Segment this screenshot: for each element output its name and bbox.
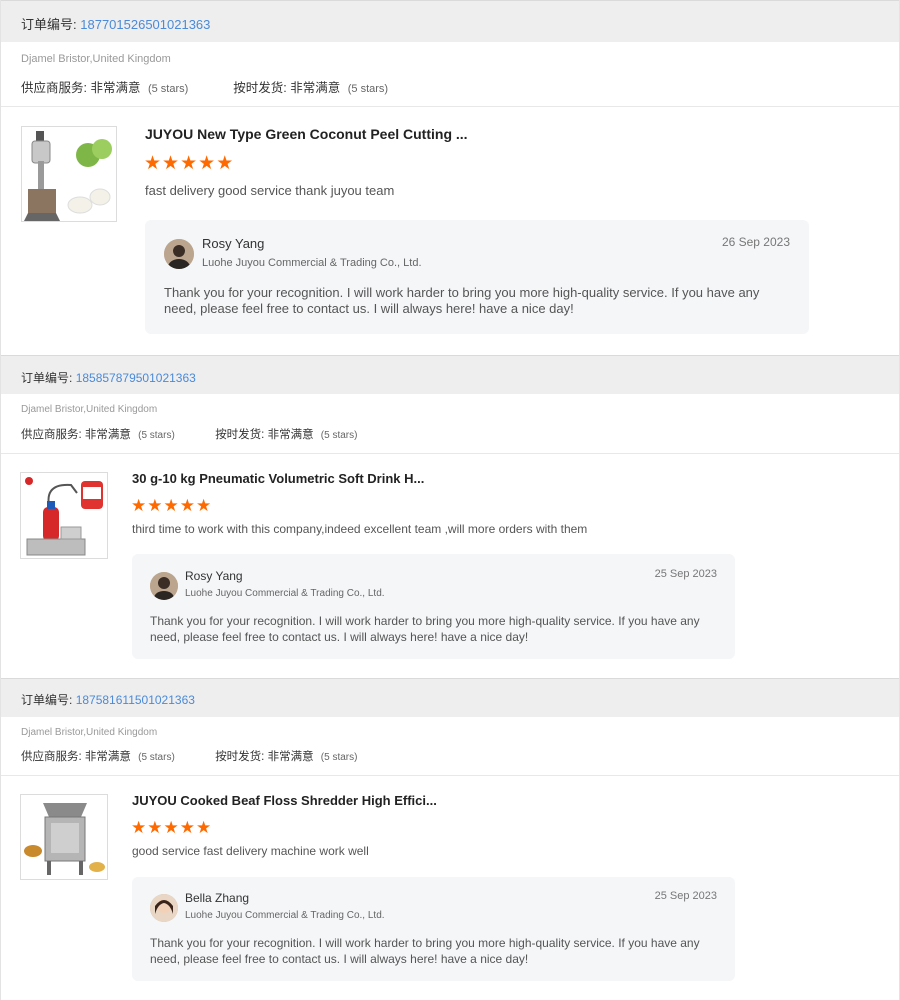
ontime-label: 按时发货:: [215, 751, 265, 763]
supplier-service-label: 供应商服务:: [21, 751, 82, 763]
reply-date: 25 Sep 2023: [654, 890, 717, 902]
order-header: 订单编号: 185857879501021363: [1, 355, 899, 394]
buyer-info: Djamel Bristor,United Kingdom 供应商服务: 非常满…: [1, 394, 899, 454]
star-icon: ★: [216, 153, 234, 174]
ontime-stars: (5 stars): [320, 430, 358, 441]
rating-stars: ★ ★ ★ ★ ★: [144, 154, 234, 173]
star-icon: ★: [162, 153, 180, 174]
product-title-link[interactable]: JUYOU Cooked Beaf Floss Shredder High Ef…: [132, 793, 437, 808]
rating-stars: ★ ★ ★ ★ ★: [131, 497, 212, 514]
supplier-service-label: 供应商服务:: [21, 81, 87, 95]
star-icon: ★: [147, 496, 163, 515]
supplier-service-value: 非常满意: [84, 751, 131, 763]
star-icon: ★: [131, 496, 147, 515]
reply-name: Rosy Yang: [185, 569, 243, 583]
ontime-value: 非常满意: [267, 429, 314, 441]
star-icon: ★: [144, 153, 162, 174]
ratings-line: 供应商服务: 非常满意 (5 stars) 按时发货: 非常满意 (5 star…: [21, 77, 388, 96]
supplier-service-stars: (5 stars): [138, 430, 175, 441]
supplier-reply: Bella Zhang Luohe Juyou Commercial & Tra…: [132, 877, 735, 981]
buyer-name: Djamel Bristor,United Kingdom: [21, 53, 171, 65]
order-number-link[interactable]: 187701526501021363: [80, 17, 210, 32]
reply-company: Luohe Juyou Commercial & Trading Co., Lt…: [185, 588, 385, 599]
reply-avatar: [164, 239, 194, 269]
review-text: fast delivery good service thank juyou t…: [145, 183, 395, 198]
supplier-service-value: 非常满意: [84, 429, 131, 441]
order-number-label: 订单编号:: [21, 693, 73, 707]
star-icon: ★: [198, 153, 216, 174]
supplier-service-stars: (5 stars): [138, 752, 175, 763]
star-icon: ★: [179, 818, 195, 837]
review-text: good service fast delivery machine work …: [132, 844, 369, 858]
order-number-link[interactable]: 185857879501021363: [76, 371, 196, 385]
order-number-link[interactable]: 187581611501021363: [76, 693, 195, 707]
ratings-line: 供应商服务: 非常满意 (5 stars) 按时发货: 非常满意 (5 star…: [21, 748, 357, 764]
supplier-reply: Rosy Yang Luohe Juyou Commercial & Tradi…: [132, 554, 735, 659]
supplier-service-stars: (5 stars): [147, 83, 189, 95]
ontime-value: 非常满意: [267, 751, 314, 763]
order-header: 订单编号: 187581611501021363: [1, 678, 899, 717]
supplier-service-label: 供应商服务:: [21, 429, 82, 441]
star-icon: ★: [196, 496, 212, 515]
order-header: 订单编号: 187701526501021363: [1, 0, 899, 42]
reply-company: Luohe Juyou Commercial & Trading Co., Lt…: [202, 257, 422, 269]
review-card: 订单编号: 187701526501021363 Djamel Bristor,…: [0, 0, 900, 355]
star-icon: ★: [179, 496, 195, 515]
ontime-label: 按时发货:: [233, 81, 287, 95]
ontime-stars: (5 stars): [320, 752, 358, 763]
review-text: third time to work with this company,ind…: [132, 522, 588, 536]
reply-name: Bella Zhang: [185, 891, 250, 905]
reply-company: Luohe Juyou Commercial & Trading Co., Lt…: [185, 910, 385, 921]
buyer-info: Djamel Bristor,United Kingdom 供应商服务: 非常满…: [1, 42, 899, 107]
ontime-value: 非常满意: [290, 81, 341, 95]
product-title-link[interactable]: JUYOU New Type Green Coconut Peel Cuttin…: [145, 126, 468, 142]
star-icon: ★: [147, 818, 163, 837]
star-icon: ★: [131, 818, 147, 837]
reply-text: Thank you for your recognition. I will w…: [150, 614, 700, 644]
ontime-label: 按时发货:: [215, 429, 265, 441]
star-icon: ★: [196, 818, 212, 837]
reply-name: Rosy Yang: [202, 236, 265, 251]
ratings-line: 供应商服务: 非常满意 (5 stars) 按时发货: 非常满意 (5 star…: [21, 426, 357, 442]
product-title-link[interactable]: 30 g-10 kg Pneumatic Volumetric Soft Dri…: [132, 471, 424, 486]
review-card: 订单编号: 185857879501021363 Djamel Bristor,…: [0, 355, 900, 678]
reply-avatar: [150, 572, 178, 600]
shredder-machine-product-image[interactable]: [20, 794, 108, 880]
star-icon: ★: [163, 496, 179, 515]
buyer-info: Djamel Bristor,United Kingdom 供应商服务: 非常满…: [1, 717, 899, 776]
rating-stars: ★ ★ ★ ★ ★: [131, 819, 212, 836]
supplier-service-value: 非常满意: [90, 81, 141, 95]
order-number-label: 订单编号:: [21, 17, 77, 32]
filling-machine-product-image[interactable]: [20, 472, 108, 559]
reply-text: Thank you for your recognition. I will w…: [150, 936, 700, 966]
supplier-reply: Rosy Yang Luohe Juyou Commercial & Tradi…: [145, 220, 809, 334]
reply-date: 25 Sep 2023: [654, 568, 717, 580]
star-icon: ★: [163, 818, 179, 837]
review-card: 订单编号: 187581611501021363 Djamel Bristor,…: [0, 678, 900, 1000]
buyer-name: Djamel Bristor,United Kingdom: [21, 404, 158, 415]
reply-avatar: [150, 894, 178, 922]
reply-text: Thank you for your recognition. I will w…: [164, 285, 760, 316]
order-number-label: 订单编号:: [21, 371, 73, 385]
ontime-stars: (5 stars): [347, 83, 389, 95]
star-icon: ★: [180, 153, 198, 174]
reply-date: 26 Sep 2023: [721, 235, 790, 249]
buyer-name: Djamel Bristor,United Kingdom: [21, 727, 158, 738]
coconut-machine-product-image[interactable]: [21, 126, 117, 222]
